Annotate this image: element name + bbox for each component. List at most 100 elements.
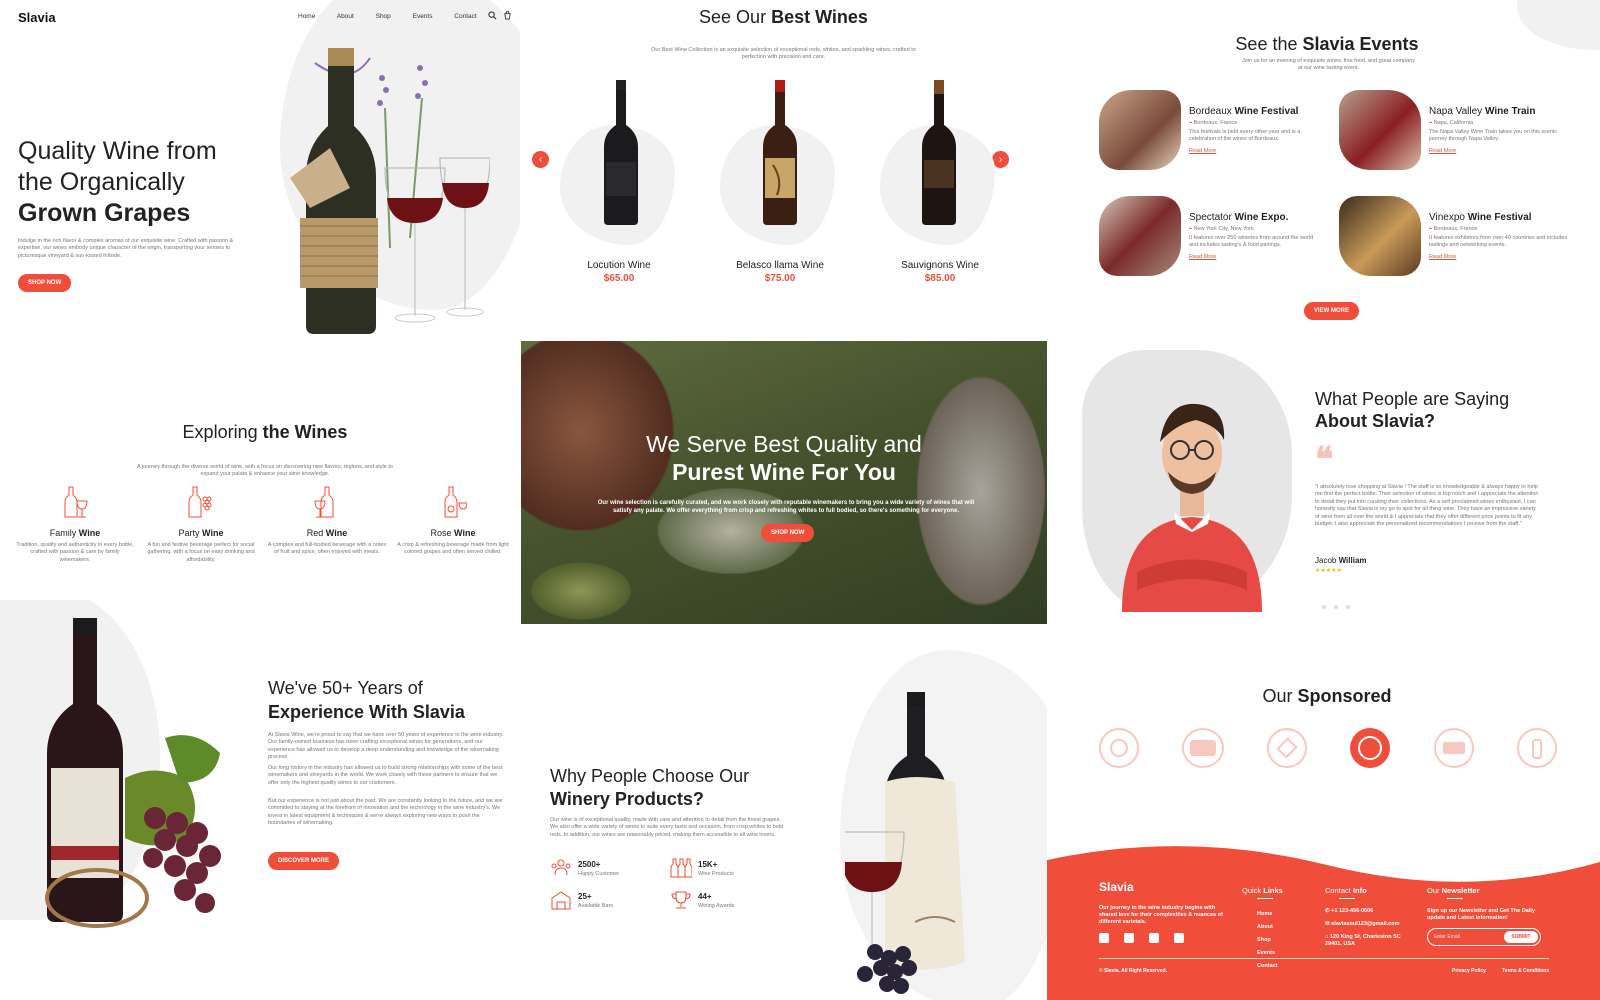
testimonial-pagination[interactable] <box>1322 596 1358 614</box>
nav-events[interactable]: Events <box>413 13 433 20</box>
contact-phone[interactable]: ✆ +1 123-456-0606 <box>1325 908 1373 914</box>
event-title[interactable]: Spectator Wine Expo. <box>1189 212 1288 223</box>
footer-link-shop[interactable]: Shop <box>1257 934 1277 947</box>
experience-paragraph-3: But our experience is not just about the… <box>268 798 503 827</box>
event-image <box>1099 196 1181 276</box>
event-card[interactable]: Napa Valley Wine Train ⌖ Napa, Californi… <box>1339 90 1569 180</box>
party-wine-icon <box>188 486 212 518</box>
hero-shop-now-button[interactable]: SHOP NOW <box>18 274 72 292</box>
hero-title-line-1: Quality Wine from <box>18 137 217 165</box>
sponsored-section: Our Sponsored <box>1047 640 1600 860</box>
happy-customer-icon <box>551 859 571 876</box>
pagination-dot[interactable] <box>1346 605 1350 609</box>
event-card[interactable]: Vinexpo Wine Festival ⌖ Bordeaux, France… <box>1339 196 1569 286</box>
stat-number: 2500+ <box>578 860 601 869</box>
sponsor-emblem-icon <box>1358 736 1382 760</box>
newsletter-submit-button[interactable]: SUBMIT <box>1504 931 1538 943</box>
product-name[interactable]: Belasco llama Wine <box>710 260 850 271</box>
newsletter-email-input[interactable] <box>1434 932 1504 942</box>
product-name[interactable]: Sauvignons Wine <box>870 260 1010 271</box>
sponsor-logo[interactable] <box>1182 728 1224 768</box>
product-card[interactable]: Locution Wine $65.00 <box>552 70 692 290</box>
discover-more-button[interactable]: DISCOVER MORE <box>268 852 340 870</box>
sponsor-logo[interactable] <box>1434 728 1474 768</box>
nav-about[interactable]: About <box>337 13 354 20</box>
why-title-line-1: Why People Choose Our <box>550 766 750 786</box>
testimonial-title: What People are Saying About Slavia? <box>1315 388 1509 432</box>
contact-email[interactable]: ✉ slaviasoul123@gmail.com <box>1325 921 1399 927</box>
hero-title-line-3: Grown Grapes <box>18 199 191 227</box>
sponsor-logo[interactable] <box>1350 728 1390 768</box>
event-title[interactable]: Vinexpo Wine Festival <box>1429 212 1532 223</box>
sponsor-logo[interactable] <box>1517 728 1557 768</box>
best-wines-description: Our Best Wine Collection is an exquisite… <box>651 47 916 61</box>
events-description: Join us for an evening of exquisite wine… <box>1241 58 1416 72</box>
sponsored-title: Our Sponsored <box>1047 686 1600 707</box>
product-name[interactable]: Locution Wine <box>552 260 686 271</box>
event-description: It features exhibitors from over 40 coun… <box>1429 235 1568 249</box>
footer-about: Our journey in the wine industry begins … <box>1099 905 1223 926</box>
event-title[interactable]: Bordeaux Wine Festival <box>1189 106 1298 117</box>
banner-shop-now-button[interactable]: SHOP NOW <box>761 524 815 542</box>
rating-stars: ★★★★★ <box>1315 568 1342 574</box>
stat-label: Available Bars <box>578 903 614 909</box>
stat-item: 15K+ Wine Products <box>670 858 734 883</box>
stat-item: 2500+ Happy Customer <box>550 858 619 883</box>
stat-label: Wine Products <box>698 871 734 877</box>
sponsor-logo[interactable] <box>1099 728 1139 768</box>
wine-type-description: A crisp & refreshing beverage made from … <box>397 542 509 556</box>
quick-links-heading: Quick Links <box>1242 886 1283 895</box>
wine-type-title: Red Wine <box>306 528 348 538</box>
instagram-icon[interactable] <box>1149 933 1159 943</box>
family-wine-icon <box>64 486 88 518</box>
wine-bottle-image <box>763 80 797 225</box>
stat-number: 25+ <box>578 892 592 901</box>
event-read-more-link[interactable]: Read More <box>1429 254 1456 261</box>
newsletter-description: Sign up our Newsletter and Get The Daily… <box>1427 908 1535 922</box>
event-title[interactable]: Napa Valley Wine Train <box>1429 106 1535 117</box>
stat-label: Happy Customer <box>578 871 620 877</box>
facebook-icon[interactable] <box>1099 933 1109 943</box>
site-logo[interactable]: Slavia <box>18 10 56 25</box>
testimonial-author: Jacob William <box>1315 556 1367 565</box>
exploring-description: A journey through the diverse world of w… <box>137 464 393 478</box>
why-title-line-2: Winery Products? <box>550 789 704 809</box>
event-card[interactable]: Spectator Wine Expo. ⌖ New York City, Ne… <box>1099 196 1329 286</box>
banner-title-line-2: Purest Wine For You <box>672 459 896 485</box>
event-read-more-link[interactable]: Read More <box>1189 148 1216 155</box>
product-card[interactable]: Sauvignons Wine $85.00 <box>870 70 1010 290</box>
pagination-dot[interactable] <box>1334 605 1338 609</box>
stat-number: 15K+ <box>698 860 718 869</box>
hero-title-line-2: the Organically <box>18 168 185 196</box>
wine-type-description: A fun and festive beverage perfect for s… <box>147 542 255 563</box>
twitter-icon[interactable] <box>1124 933 1134 943</box>
event-card[interactable]: Bordeaux Wine Festival ⌖ Bordeaux, Franc… <box>1099 90 1329 180</box>
search-icon[interactable] <box>488 11 497 20</box>
nav-contact[interactable]: Contact <box>454 13 476 20</box>
footer-link-contact[interactable]: Contact <box>1257 960 1277 973</box>
nav-home[interactable]: Home <box>298 13 315 20</box>
copyright-text: © Slavia. All Right Reserved. <box>1099 968 1167 974</box>
product-card[interactable]: Belasco llama Wine $75.00 <box>710 70 850 290</box>
pinterest-icon[interactable] <box>1174 933 1184 943</box>
carousel-prev-button[interactable]: ‹ <box>532 151 549 168</box>
event-location: ⌖ Bordeaux, France <box>1429 226 1478 232</box>
footer-link-about[interactable]: About <box>1257 921 1277 934</box>
event-description: This festivals is held every other year … <box>1189 129 1301 143</box>
pagination-dot[interactable] <box>1322 605 1326 609</box>
nav-shop[interactable]: Shop <box>376 13 391 20</box>
newsletter-heading: Our Newsletter <box>1427 886 1480 895</box>
best-wines-section: See Our Best Wines Our Best Wine Collect… <box>520 0 1047 340</box>
sponsor-logo[interactable] <box>1267 728 1307 768</box>
wine-type-description: A complex and full-bodied beverage with … <box>267 542 387 556</box>
event-read-more-link[interactable]: Read More <box>1429 148 1456 155</box>
best-wines-title-a: See Our <box>699 7 772 27</box>
event-read-more-link[interactable]: Read More <box>1189 254 1216 261</box>
why-choose-section: Why People Choose Our Winery Products? O… <box>520 630 1047 1000</box>
privacy-policy-link[interactable]: Privacy Policy <box>1452 968 1486 974</box>
terms-conditions-link[interactable]: Terms & Conditions <box>1502 968 1549 974</box>
footer-link-home[interactable]: Home <box>1257 908 1277 921</box>
footer-logo[interactable]: Slavia <box>1099 880 1134 894</box>
cart-icon[interactable] <box>503 11 512 20</box>
view-more-button[interactable]: VIEW MORE <box>1304 302 1360 320</box>
